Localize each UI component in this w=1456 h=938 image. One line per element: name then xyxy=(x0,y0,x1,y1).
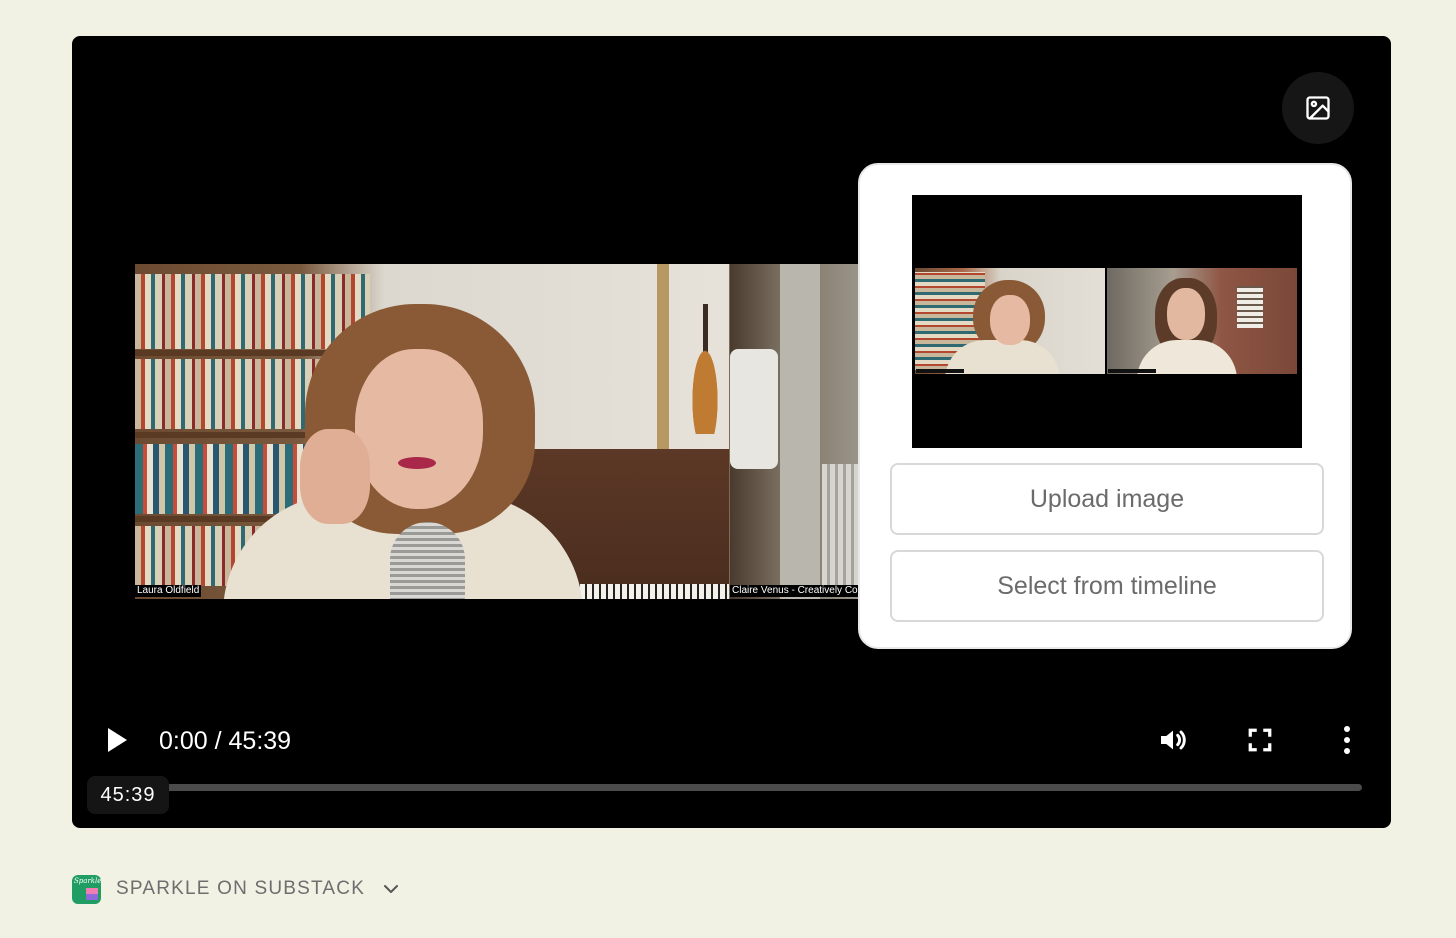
thumbnail-button[interactable] xyxy=(1282,72,1354,144)
person-lips xyxy=(398,457,436,469)
microphone xyxy=(390,522,465,599)
preview-name-tag xyxy=(1108,369,1156,373)
preview-tile-laura xyxy=(915,268,1105,374)
volume-icon xyxy=(1161,730,1186,750)
time-separator: / xyxy=(207,727,229,755)
logo-stripe xyxy=(86,893,98,900)
person-face xyxy=(1167,288,1205,340)
person-face xyxy=(355,349,483,509)
more-vertical-icon xyxy=(1344,726,1350,754)
publication-dropdown-toggle[interactable] xyxy=(383,880,401,898)
publication-name[interactable]: SPARKLE ON SUBSTACK xyxy=(116,878,365,900)
current-time: 0:00 xyxy=(159,727,208,755)
radiator xyxy=(730,349,778,469)
thumbnail-preview-frame xyxy=(915,268,1297,374)
participant-name-tag: Laura Oldfield xyxy=(135,585,202,597)
person-hand xyxy=(300,429,370,524)
thumbnail-preview xyxy=(912,195,1302,448)
participant-tile-claire: Claire Venus - Creatively Co xyxy=(730,264,858,599)
person-face xyxy=(990,295,1030,345)
participant-tile-laura: Laura Oldfield xyxy=(135,264,729,599)
picture-frame xyxy=(657,264,669,454)
publication-logo[interactable]: Sparkle xyxy=(72,874,101,904)
preview-tile-claire xyxy=(1107,268,1297,374)
hover-time-tooltip: 45:39 xyxy=(87,776,169,814)
fullscreen-icon xyxy=(1248,728,1272,752)
chevron-down-icon xyxy=(384,885,399,893)
duration: 45:39 xyxy=(228,727,292,755)
logo-wordmark: Sparkle xyxy=(74,876,101,885)
image-icon xyxy=(1306,96,1330,120)
more-options-button[interactable] xyxy=(1329,722,1365,758)
time-display: 0:00 / 45:39 xyxy=(159,726,291,756)
upload-image-button[interactable]: Upload image xyxy=(890,463,1324,535)
volume-button[interactable] xyxy=(1155,722,1191,758)
progress-bar[interactable] xyxy=(164,784,1362,791)
video-frame[interactable]: Laura Oldfield Claire Venus - Creatively… xyxy=(135,264,858,599)
play-button[interactable] xyxy=(102,724,132,756)
select-from-timeline-button[interactable]: Select from timeline xyxy=(890,550,1324,622)
chair xyxy=(822,464,858,594)
window xyxy=(1237,286,1263,328)
fullscreen-button[interactable] xyxy=(1242,722,1278,758)
publication-footer: Sparkle SPARKLE ON SUBSTACK xyxy=(72,873,401,905)
preview-name-tag xyxy=(916,369,964,373)
wall-panel xyxy=(780,264,820,599)
video-player[interactable]: Laura Oldfield Claire Venus - Creatively… xyxy=(72,36,1391,828)
participant-name-tag: Claire Venus - Creatively Co xyxy=(730,585,858,597)
guitar xyxy=(683,314,727,434)
play-icon xyxy=(108,728,127,752)
thumbnail-popover: Upload image Select from timeline xyxy=(858,163,1352,649)
